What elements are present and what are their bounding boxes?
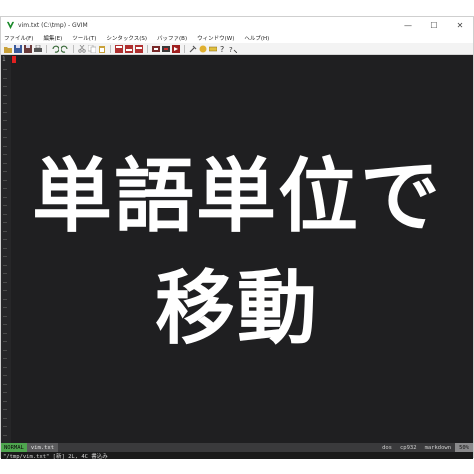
cut-icon[interactable]	[77, 44, 86, 53]
print-icon[interactable]	[33, 44, 42, 53]
overlay-caption-line-1: 単語単位で	[32, 150, 442, 243]
empty-line-marker	[3, 128, 7, 130]
menu-buffers[interactable]: バッファ(B)	[157, 34, 187, 42]
empty-line-marker	[3, 400, 7, 402]
toolbar-separator	[73, 44, 74, 53]
empty-line-marker	[3, 417, 7, 419]
empty-line-marker	[3, 103, 7, 104]
status-fileformat: dos	[382, 444, 392, 451]
empty-line-marker	[3, 358, 7, 359]
svg-text:?: ?	[220, 45, 224, 53]
toolbar-separator	[46, 44, 47, 53]
line-number-gutter: 1	[1, 55, 11, 443]
empty-line-marker	[3, 375, 7, 376]
toolbar-separator	[147, 44, 148, 53]
status-encoding: cp932	[400, 444, 417, 451]
window-title: vim.txt (C:\tmp) - GVIM	[18, 21, 88, 29]
load-session-icon[interactable]	[151, 44, 160, 53]
menu-window[interactable]: ウィンドウ(W)	[197, 34, 234, 42]
maximize-button[interactable]: ☐	[421, 17, 447, 33]
editor-area[interactable]: 1 単語単位で 移動	[1, 55, 473, 443]
menu-help[interactable]: ヘルプ(H)	[244, 34, 269, 42]
gvim-window: vim.txt (C:\tmp) - GVIM — ☐ ✕ ファイル(F) 編集…	[0, 16, 474, 460]
text-cursor	[12, 56, 16, 63]
status-filetype: markdown	[424, 444, 452, 451]
empty-line-marker	[3, 383, 7, 385]
menu-syntax[interactable]: シンタックス(S)	[106, 34, 147, 42]
save-all-icon[interactable]	[23, 44, 32, 53]
empty-line-marker	[3, 434, 7, 436]
status-position: 50%	[455, 443, 473, 452]
empty-line-marker	[3, 349, 7, 351]
make-icon[interactable]	[188, 44, 197, 53]
help-icon[interactable]: ?	[218, 44, 227, 53]
undo-icon[interactable]	[50, 44, 59, 53]
copy-icon[interactable]	[87, 44, 96, 53]
empty-line-marker	[3, 111, 7, 113]
toolbar-separator	[184, 44, 185, 53]
empty-line-marker	[3, 154, 7, 155]
empty-line-marker	[3, 256, 7, 257]
svg-text:?: ?	[229, 46, 233, 53]
run-ctags-icon[interactable]	[198, 44, 207, 53]
find-icon[interactable]	[114, 44, 123, 53]
menu-bar: ファイル(F) 編集(E) ツール(T) シンタックス(S) バッファ(B) ウ…	[1, 33, 473, 43]
run-script-icon[interactable]	[171, 44, 180, 53]
close-button[interactable]: ✕	[447, 17, 473, 33]
menu-edit[interactable]: 編集(E)	[43, 34, 62, 42]
tag-jump-icon[interactable]	[208, 44, 217, 53]
empty-line-marker	[3, 137, 7, 138]
save-icon[interactable]	[13, 44, 22, 53]
overlay-caption-line-2: 移動	[155, 262, 319, 355]
open-file-icon[interactable]	[3, 44, 12, 53]
save-session-icon[interactable]	[161, 44, 170, 53]
empty-line-marker	[3, 239, 7, 240]
find-help-icon[interactable]: ?	[228, 44, 237, 53]
menu-file[interactable]: ファイル(F)	[4, 34, 33, 42]
find-prev-icon[interactable]	[134, 44, 143, 53]
empty-line-marker	[3, 145, 7, 147]
find-next-icon[interactable]	[124, 44, 133, 53]
empty-line-marker	[3, 69, 7, 70]
line-number: 1	[2, 56, 6, 63]
empty-line-marker	[3, 94, 7, 96]
empty-line-marker	[3, 86, 7, 87]
empty-line-marker	[3, 264, 7, 266]
paste-icon[interactable]	[97, 44, 106, 53]
empty-line-marker	[3, 409, 7, 410]
minimize-button[interactable]: —	[395, 17, 421, 33]
empty-line-marker	[3, 120, 7, 121]
empty-line-marker	[3, 426, 7, 427]
empty-line-marker	[3, 392, 7, 393]
title-bar: vim.txt (C:\tmp) - GVIM — ☐ ✕	[1, 17, 473, 33]
empty-line-marker	[3, 366, 7, 368]
toolbar: ? ?	[1, 43, 473, 55]
empty-line-marker	[3, 247, 7, 249]
empty-line-marker	[3, 77, 7, 79]
toolbar-separator	[110, 44, 111, 53]
menu-tools[interactable]: ツール(T)	[72, 34, 96, 42]
gvim-logo-icon	[5, 20, 15, 30]
command-line[interactable]: "/tmp/vim.txt" [新] 2L, 4C 書込み	[1, 452, 473, 460]
redo-icon[interactable]	[60, 44, 69, 53]
